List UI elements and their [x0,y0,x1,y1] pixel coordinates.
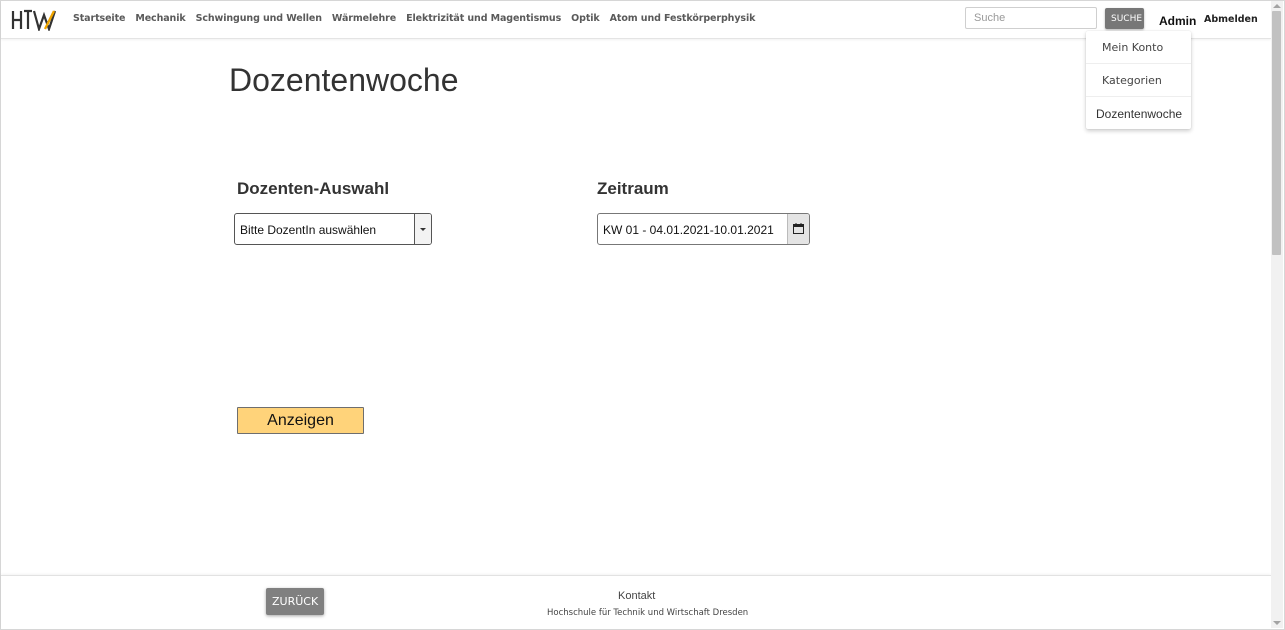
nav-link-optik[interactable]: Optik [571,13,600,24]
back-button[interactable]: ZURÜCK [266,588,324,615]
contact-link[interactable]: Kontakt [618,590,655,602]
top-navbar: Startseite Mechanik Schwingung und Welle… [1,1,1271,39]
vertical-scrollbar[interactable] [1271,1,1283,628]
scrollbar-thumb[interactable] [1272,11,1281,255]
nav-link-schwingung[interactable]: Schwingung und Wellen [196,13,322,24]
period-value: KW 01 - 04.01.2021-10.01.2021 [603,223,774,237]
nav-link-mechanik[interactable]: Mechanik [135,13,185,24]
lecturer-section-label: Dozenten-Auswahl [237,179,390,198]
select-arrow-button[interactable] [414,214,431,244]
main-nav: Startseite Mechanik Schwingung und Welle… [73,13,765,24]
period-section-label: Zeitraum [597,179,669,198]
page-title: Dozentenwoche [229,62,459,98]
nav-link-elektrizitaet[interactable]: Elektrizität und Magentismus [406,13,561,24]
nav-link-waermelehre[interactable]: Wärmelehre [332,13,396,24]
calendar-icon [793,223,804,234]
dropdown-item-kategorien[interactable]: Kategorien [1086,64,1191,97]
show-button[interactable]: Anzeigen [237,407,364,434]
scroll-down-icon[interactable] [1273,621,1281,625]
chevron-down-icon [420,228,426,231]
dropdown-item-mein-konto[interactable]: Mein Konto [1086,31,1191,64]
dropdown-item-label: Dozentenwoche [1096,107,1183,121]
lecturer-select-value: Bitte DozentIn auswählen [240,223,377,237]
dropdown-item-label: Mein Konto [1102,41,1164,54]
nav-link-startseite[interactable]: Startseite [73,13,125,24]
footer: ZURÜCK Kontakt Hochschule für Technik un… [1,575,1271,629]
search-button[interactable]: SUCHE [1105,8,1144,29]
scroll-up-icon[interactable] [1273,4,1281,8]
institution-name: Hochschule für Technik und Wirtschaft Dr… [547,608,749,618]
dropdown-item-label: Kategorien [1102,74,1162,87]
user-menu-toggle[interactable]: Admin [1159,14,1196,28]
period-date-picker[interactable]: KW 01 - 04.01.2021-10.01.2021 [597,213,810,245]
user-dropdown-menu: Mein Konto Kategorien Dozentenwoche [1086,31,1191,129]
calendar-button[interactable] [787,214,809,244]
logout-link[interactable]: Abmelden [1204,14,1258,25]
nav-link-atomphysik[interactable]: Atom und Festkörperphysik [610,13,756,24]
htw-logo[interactable] [11,9,59,31]
lecturer-select[interactable]: Bitte DozentIn auswählen [234,213,432,245]
dropdown-item-dozentenwoche[interactable]: Dozentenwoche [1086,97,1191,129]
search-input[interactable] [965,7,1097,29]
